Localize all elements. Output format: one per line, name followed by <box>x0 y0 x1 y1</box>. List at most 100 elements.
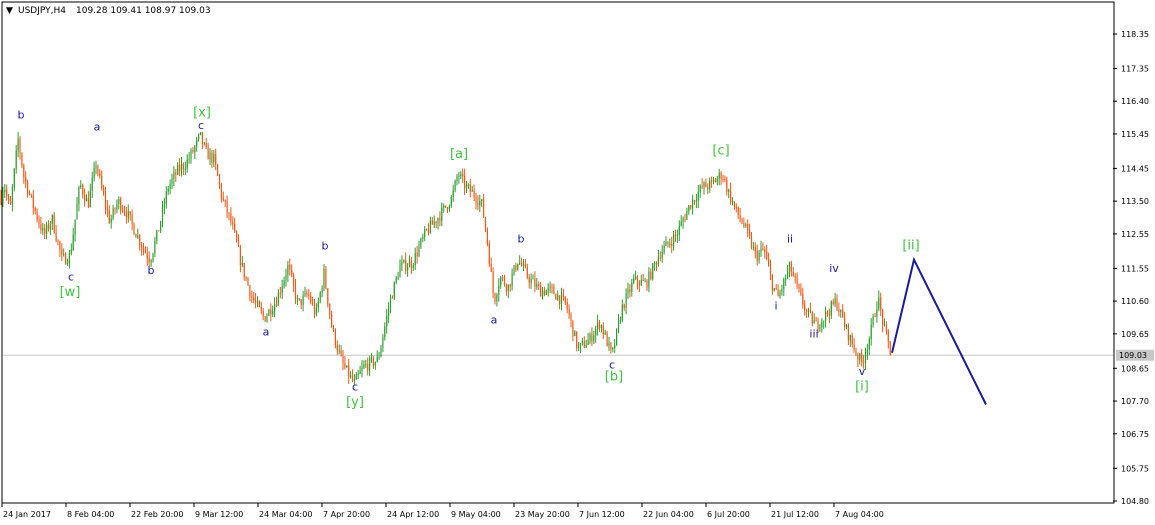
candle-body <box>792 272 794 277</box>
candle-body <box>59 241 61 250</box>
candle-body <box>517 263 519 270</box>
candle-body <box>536 284 538 287</box>
candle-body <box>762 248 764 250</box>
candle-body <box>606 332 608 347</box>
candle-body <box>551 286 553 288</box>
candle-body <box>370 357 373 359</box>
candle-body <box>456 177 458 181</box>
candle-body <box>771 275 773 291</box>
candle-body <box>661 252 663 258</box>
candle-body <box>589 334 591 340</box>
candle-body <box>823 320 825 322</box>
symbol-menu-marker[interactable]: ▼ <box>6 6 13 16</box>
candle-body <box>773 288 775 291</box>
candle-body <box>332 327 335 330</box>
time-tick-label: 7 Apr 20:00 <box>323 510 370 519</box>
candle-body <box>142 248 145 250</box>
wave-label-major: [w] <box>60 285 81 300</box>
candle-body <box>247 278 249 286</box>
candle-body <box>785 278 787 280</box>
candle-body <box>676 234 678 236</box>
candle-body <box>169 183 171 189</box>
candle-body <box>293 275 295 286</box>
candle-body <box>272 311 274 315</box>
candle-body <box>167 188 169 192</box>
price-tick-label: 107.70 <box>1121 397 1149 406</box>
candle-body <box>137 235 139 238</box>
candle-body <box>196 139 198 147</box>
candle-body <box>705 182 707 188</box>
candle-body <box>629 289 631 292</box>
candle-body <box>384 326 386 338</box>
candle-body <box>433 221 435 225</box>
candle-body <box>190 150 192 159</box>
candle-body <box>832 301 834 304</box>
candle-body <box>253 297 255 301</box>
candle-body <box>560 294 563 305</box>
candle-body <box>722 179 724 180</box>
candle-body <box>158 230 160 232</box>
candle-body <box>743 223 745 226</box>
candle-body <box>365 364 367 366</box>
candle-body <box>828 314 830 316</box>
candle-body <box>61 249 63 255</box>
candle-body <box>66 263 69 265</box>
candle-body <box>593 335 595 342</box>
time-tick-label: 9 May 04:00 <box>451 510 501 519</box>
candle-body <box>32 195 34 208</box>
candle-body <box>243 263 245 278</box>
candle-body <box>186 159 188 169</box>
candle-body <box>769 266 772 275</box>
price-tick-label: 111.55 <box>1121 264 1149 273</box>
candle-body <box>587 339 589 345</box>
current-price-tag-label: 109.03 <box>1119 351 1147 360</box>
candle-body <box>815 320 817 322</box>
candle-body <box>389 297 392 309</box>
current-price-tag: 109.03 <box>1116 349 1154 361</box>
candle-body <box>222 197 224 200</box>
candle-body <box>555 294 557 300</box>
candle-body <box>454 180 456 191</box>
candle-body <box>255 300 257 303</box>
candle-body <box>275 304 278 306</box>
price-tick-label: 112.55 <box>1121 230 1149 239</box>
candle-body <box>95 166 97 168</box>
candle-body <box>747 224 749 231</box>
candle-body <box>707 187 709 189</box>
candle-body <box>0 196 2 203</box>
candle-body <box>646 280 648 288</box>
candle-body <box>781 289 783 292</box>
candle-body <box>401 262 403 266</box>
candle-body <box>118 199 120 204</box>
candle-body <box>562 294 564 297</box>
wave-label-major: [a] <box>450 147 468 162</box>
candle-body <box>407 267 409 271</box>
candle-body <box>4 189 6 193</box>
price-tick-label: 110.60 <box>1121 297 1149 306</box>
candle-body <box>477 202 479 206</box>
candle-body <box>800 288 802 294</box>
candle-body <box>678 225 680 235</box>
candle-body <box>486 229 488 244</box>
time-tick-label: 8 Feb 04:00 <box>67 510 114 519</box>
candle-body <box>644 280 646 282</box>
candle-body <box>627 289 629 294</box>
candle-body <box>659 257 661 259</box>
candle-body <box>205 143 207 148</box>
candle-body <box>232 222 234 225</box>
candle-body <box>578 346 580 348</box>
candle-body <box>80 185 82 188</box>
candle-body <box>344 363 346 368</box>
candle-body <box>684 219 686 221</box>
candle-body <box>885 324 887 331</box>
candle-body <box>152 253 154 261</box>
candle-body <box>179 164 181 171</box>
candle-body <box>638 283 640 286</box>
price-tick-label: 115.45 <box>1121 130 1149 139</box>
candle-body <box>600 325 602 328</box>
candle-body <box>192 150 194 153</box>
candle-body <box>63 254 65 256</box>
candle-body <box>790 262 792 273</box>
candle-body <box>239 246 241 266</box>
candle-body <box>513 265 515 274</box>
